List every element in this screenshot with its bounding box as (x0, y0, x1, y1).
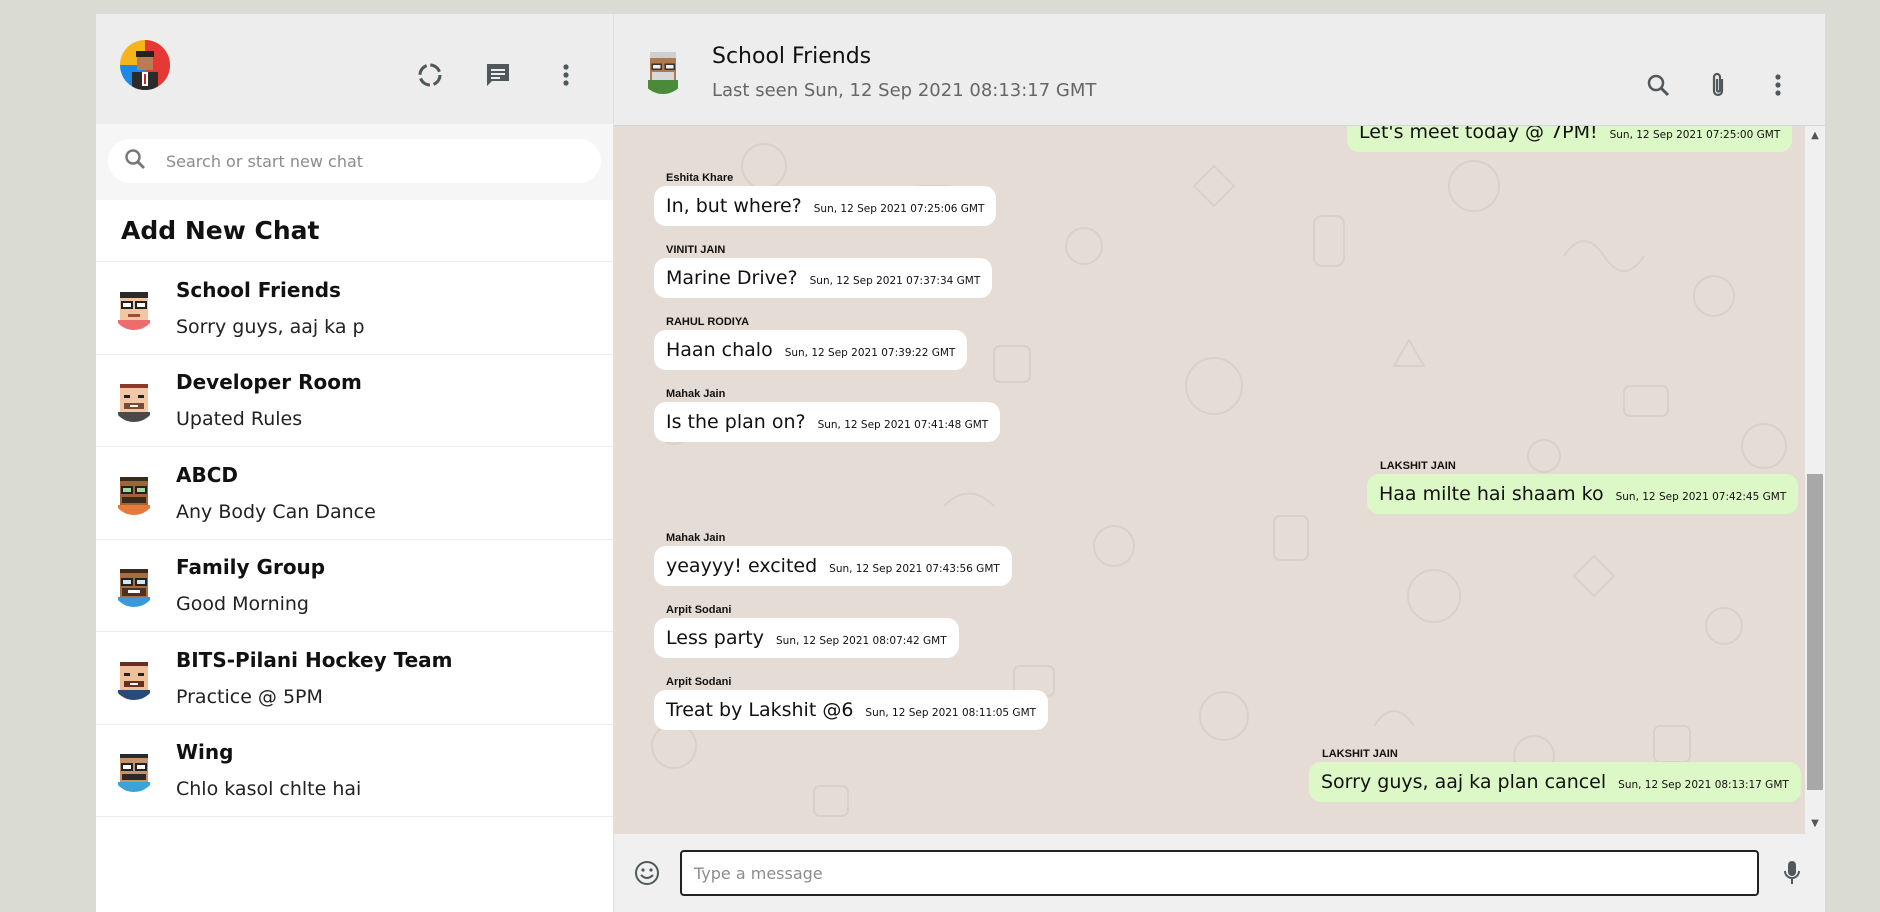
chat-name: BITS-Pilani Hockey Team (176, 647, 453, 672)
chat-name: School Friends (176, 277, 341, 302)
message-timestamp: Sun, 12 Sep 2021 07:25:06 GMT (813, 203, 985, 215)
chat-avatar (112, 285, 156, 330)
message-text: Let's meet today @ 7PM! (1359, 126, 1598, 143)
message-bubble-outgoing[interactable]: Haa milte hai shaam ko Sun, 12 Sep 2021 0… (1367, 474, 1799, 514)
chat-header: School Friends Last seen Sun, 12 Sep 202… (614, 14, 1825, 126)
message-timestamp: Sun, 12 Sep 2021 07:43:56 GMT (829, 563, 1000, 575)
add-new-chat-button[interactable]: Add New Chat (96, 200, 613, 262)
message-bubble-incoming[interactable]: yeayyy! excited Sun, 12 Sep 2021 07:43:56… (654, 546, 1012, 586)
chat-list-item[interactable]: Wing Chlo kasol chlte hai (96, 725, 613, 817)
message-sender: Mahak Jain (666, 388, 726, 400)
message-text: In, but where? (666, 195, 802, 217)
message-text: Haa milte hai shaam ko (1379, 483, 1604, 505)
message-bubble-outgoing[interactable]: Let's meet today @ 7PM! Sun, 12 Sep 2021 … (1347, 126, 1793, 152)
chat-name: Developer Room (176, 370, 362, 395)
vertical-dots-icon[interactable] (547, 56, 585, 94)
message-sender: LAKSHIT JAIN (1322, 748, 1398, 760)
chat-list-item[interactable]: BITS-Pilani Hockey Team Practice @ 5PM (96, 632, 613, 725)
message-timestamp: Sun, 12 Sep 2021 08:07:42 GMT (776, 635, 947, 647)
message-text: Sorry guys, aaj ka plan cancel (1321, 771, 1607, 793)
chat-list-item[interactable]: Family Group Good Morning (96, 540, 613, 632)
search-input[interactable] (166, 151, 601, 171)
microphone-icon[interactable] (1773, 854, 1811, 892)
chat-last-message: Upated Rules (176, 408, 303, 431)
search-icon (124, 148, 146, 174)
chat-avatar (112, 470, 156, 515)
scroll-down-arrow-icon[interactable]: ▼ (1809, 818, 1821, 830)
chat-avatar (112, 563, 156, 608)
chat-title: School Friends (712, 44, 872, 69)
message-timestamp: Sun, 12 Sep 2021 07:42:45 GMT (1615, 491, 1787, 503)
chat-list-item[interactable]: ABCD Any Body Can Dance (96, 447, 613, 540)
message-timestamp: Sun, 12 Sep 2021 08:11:05 GMT (865, 707, 1037, 719)
chat-last-message: Chlo kasol chlte hai (176, 778, 362, 801)
message-timestamp: Sun, 12 Sep 2021 08:13:17 GMT (1618, 779, 1789, 791)
chat-list-item[interactable]: School Friends Sorry guys, aaj ka p (96, 262, 613, 355)
group-avatar[interactable] (640, 48, 686, 94)
message-sender: Eshita Khare (666, 172, 734, 184)
message-bubble-outgoing[interactable]: Sorry guys, aaj ka plan cancel Sun, 12 Se… (1309, 762, 1801, 802)
message-timestamp: Sun, 12 Sep 2021 07:37:34 GMT (809, 275, 981, 287)
message-scrollbar[interactable]: ▲ ▼ (1805, 126, 1825, 834)
paperclip-icon[interactable] (1699, 66, 1737, 104)
message-bubble-incoming[interactable]: Less party Sun, 12 Sep 2021 08:07:42 GMT (654, 618, 959, 658)
chat-last-message: Sorry guys, aaj ka p (176, 315, 365, 338)
chat-last-message: Practice @ 5PM (176, 685, 323, 708)
chat-bubble-icon[interactable] (479, 56, 517, 94)
chat-panel: School Friends Last seen Sun, 12 Sep 202… (614, 14, 1825, 912)
message-timestamp: Sun, 12 Sep 2021 07:39:22 GMT (784, 347, 956, 359)
message-timestamp: Sun, 12 Sep 2021 07:25:00 GMT (1609, 129, 1781, 141)
chat-avatar (112, 748, 156, 793)
scroll-up-arrow-icon[interactable]: ▲ (1809, 130, 1821, 142)
message-sender: LAKSHIT JAIN (1380, 460, 1456, 472)
chat-name: Wing (176, 740, 234, 765)
message-sender: VINITI JAIN (666, 244, 726, 256)
message-sender: RAHUL RODIYA (666, 316, 750, 328)
scrollbar-thumb[interactable] (1807, 474, 1823, 790)
message-text: yeayyy! excited (666, 555, 818, 577)
message-sender: Mahak Jain (666, 532, 726, 544)
my-profile-avatar[interactable] (120, 40, 170, 90)
message-bubble-incoming[interactable]: Is the plan on? Sun, 12 Sep 2021 07:41:48… (654, 402, 1001, 442)
chat-avatar (112, 655, 156, 700)
message-bubble-incoming[interactable]: Treat by Lakshit @6 Sun, 12 Sep 2021 08:1… (654, 690, 1049, 730)
message-bubble-incoming[interactable]: In, but where? Sun, 12 Sep 2021 07:25:06 … (654, 186, 997, 226)
sidebar-header (96, 14, 613, 124)
sidebar: Add New Chat School Friends Sorry guys, a… (96, 14, 614, 912)
emoji-icon[interactable] (628, 854, 666, 892)
chat-last-seen: Last seen Sun, 12 Sep 2021 08:13:17 GMT (712, 80, 1097, 101)
search-icon[interactable] (1639, 66, 1677, 104)
message-sender: Arpit Sodani (666, 604, 732, 616)
message-bubble-incoming[interactable]: Haan chalo Sun, 12 Sep 2021 07:39:22 GMT (654, 330, 968, 370)
messages-container: Let's meet today @ 7PM! Sun, 12 Sep 2021 … (614, 126, 1805, 834)
chat-name: ABCD (176, 462, 239, 487)
message-bubble-incoming[interactable]: Marine Drive? Sun, 12 Sep 2021 07:37:34 G… (654, 258, 993, 298)
message-list[interactable]: Let's meet today @ 7PM! Sun, 12 Sep 2021 … (614, 126, 1825, 834)
message-text: Treat by Lakshit @6 (666, 699, 854, 721)
whatsapp-app: Add New Chat School Friends Sorry guys, a… (96, 14, 1825, 912)
message-text: Less party (666, 627, 764, 649)
chat-last-message: Any Body Can Dance (176, 500, 376, 523)
message-input[interactable] (680, 850, 1759, 896)
vertical-dots-icon[interactable] (1759, 66, 1797, 104)
chat-avatar (112, 378, 156, 423)
chat-name: Family Group (176, 555, 326, 580)
message-text: Marine Drive? (666, 267, 798, 289)
message-text: Is the plan on? (666, 411, 806, 433)
chat-last-message: Good Morning (176, 593, 309, 616)
message-text: Haan chalo (666, 339, 773, 361)
chat-list-item[interactable]: Developer Room Upated Rules (96, 355, 613, 447)
message-sender: Arpit Sodani (666, 676, 732, 688)
search-container (96, 124, 613, 200)
message-timestamp: Sun, 12 Sep 2021 07:41:48 GMT (817, 419, 989, 431)
chat-list: School Friends Sorry guys, aaj ka p Devel… (96, 262, 613, 912)
status-ring-icon[interactable] (411, 56, 449, 94)
message-composer (614, 834, 1825, 912)
search-box (108, 139, 601, 183)
